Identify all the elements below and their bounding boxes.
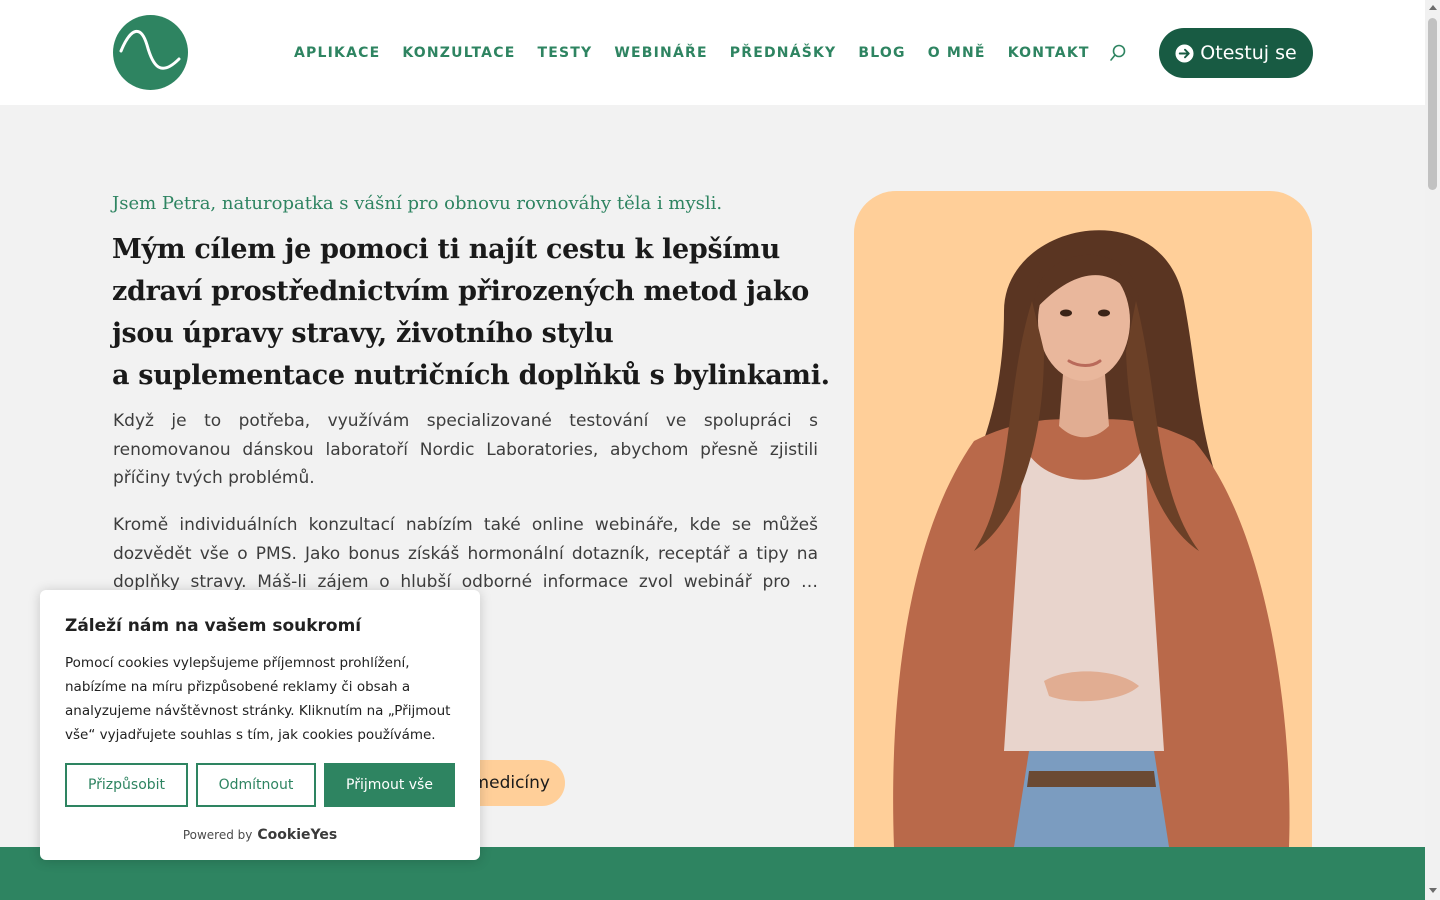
nav-item-o-mne[interactable]: O MNĚ (928, 45, 986, 61)
accept-all-button[interactable]: Přijmout vše (324, 763, 455, 807)
powered-by: Powered by CookieYes (40, 827, 480, 843)
headline-line: Mým cílem je pomoci ti najít cestu k lep… (112, 234, 780, 265)
scroll-up-icon[interactable] (1429, 5, 1437, 10)
nav-item-testy[interactable]: TESTY (537, 45, 592, 61)
nav-item-kontakt[interactable]: KONTAKT (1008, 45, 1090, 61)
cookie-description: Pomocí cookies vylepšujeme příjemnost pr… (65, 655, 451, 743)
page-scrollbar[interactable] (1425, 0, 1440, 900)
paragraph-laboratory: Když je to potřeba, využívám specializov… (113, 411, 818, 489)
site-header: APLIKACE KONZULTACE TESTY WEBINÁŘE PŘEDN… (0, 0, 1425, 105)
medicine-button-label: medicíny (472, 773, 550, 793)
nav-item-aplikace[interactable]: APLIKACE (294, 45, 380, 61)
cookie-title: Záleží nám na vašem soukromí (65, 616, 362, 636)
scroll-down-icon[interactable] (1429, 888, 1437, 893)
headline-line: jsou úpravy stravy, životního stylu (112, 318, 614, 349)
nav-item-blog[interactable]: BLOG (858, 45, 905, 61)
nav-item-webinare[interactable]: WEBINÁŘE (614, 45, 707, 61)
customize-button[interactable]: Přizpůsobit (65, 763, 188, 807)
powered-by-label: Powered by (182, 828, 253, 842)
hero-headline: Mým cílem je pomoci ti najít cestu k lep… (112, 229, 832, 397)
reject-button[interactable]: Odmítnout (196, 763, 316, 807)
main-nav: APLIKACE KONZULTACE TESTY WEBINÁŘE PŘEDN… (283, 40, 1127, 66)
otestuj-se-label: Otestuj se (1200, 42, 1297, 64)
headline-line: zdraví prostřednictvím přirozených metod… (112, 276, 809, 307)
intro-line: Jsem Petra, naturopatka s vášní pro obno… (112, 193, 723, 214)
cookie-consent-banner: Záleží nám na vašem soukromí Pomocí cook… (40, 590, 480, 860)
sine-wave-logo[interactable] (113, 15, 188, 90)
scroll-thumb[interactable] (1428, 18, 1437, 190)
arrow-right-circle-icon (1175, 43, 1194, 63)
portrait-illustration (893, 230, 1290, 847)
search-icon[interactable] (1109, 44, 1127, 62)
nav-item-prednasky[interactable]: PŘEDNÁŠKY (730, 45, 837, 61)
headline-line: a suplementace nutričních doplňků s byli… (112, 360, 830, 391)
nav-item-konzultace[interactable]: KONZULTACE (402, 45, 515, 61)
cookieyes-logo[interactable]: CookieYes (257, 827, 337, 843)
portrait-photo (854, 191, 1312, 847)
otestuj-se-button[interactable]: Otestuj se (1159, 28, 1313, 78)
